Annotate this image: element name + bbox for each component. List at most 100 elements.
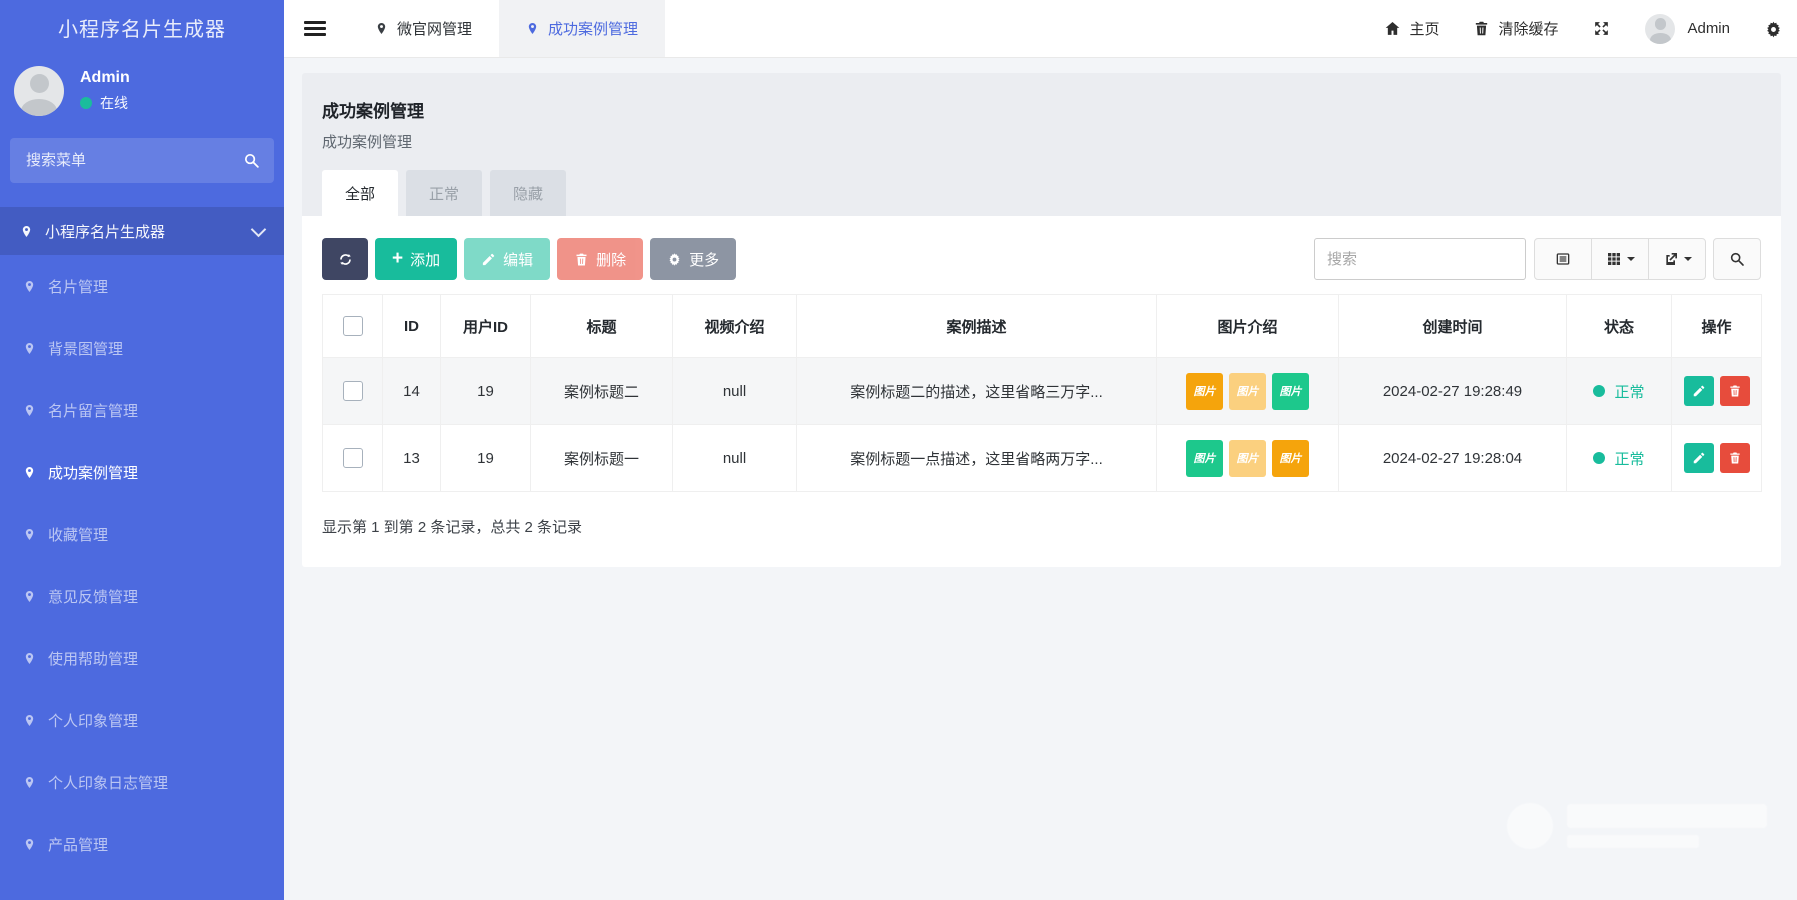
image-thumbnail[interactable]: 图片 <box>1272 440 1309 477</box>
cell-created: 2024-02-27 19:28:49 <box>1339 358 1567 425</box>
cell-desc: 案例标题二的描述，这里省略三万字... <box>797 358 1157 425</box>
settings-button[interactable] <box>1764 18 1783 38</box>
row-delete-button[interactable] <box>1720 376 1750 406</box>
column-header-user-id: 用户ID <box>441 295 531 358</box>
user-name: Admin <box>1687 20 1730 37</box>
clear-cache-link[interactable]: 清除缓存 <box>1473 18 1558 39</box>
map-pin-icon <box>23 712 36 729</box>
gear-icon <box>1764 20 1783 39</box>
sidebar-root-menu[interactable]: 小程序名片生成器 <box>0 207 284 255</box>
image-thumbnail[interactable]: 图片 <box>1186 440 1223 477</box>
image-thumbnail[interactable]: 图片 <box>1229 373 1266 410</box>
sidebar-item-help-manage[interactable]: 使用帮助管理 <box>0 627 284 689</box>
status-filter-tabs: 全部 正常 隐藏 <box>322 170 1761 216</box>
tab-normal[interactable]: 正常 <box>406 170 482 216</box>
table-row: 14 19 案例标题二 null 案例标题二的描述，这里省略三万字... 图片 … <box>323 358 1762 425</box>
delete-button[interactable]: 删除 <box>557 238 643 280</box>
sidebar-item-feedback-manage[interactable]: 意见反馈管理 <box>0 565 284 627</box>
pagination-summary: 显示第 1 到第 2 条记录，总共 2 条记录 <box>322 516 1761 537</box>
select-all-checkbox[interactable] <box>343 316 363 336</box>
columns-dropdown-button[interactable] <box>1591 238 1649 280</box>
table-search-input[interactable] <box>1314 238 1526 280</box>
view-button-group <box>1534 238 1706 280</box>
home-link[interactable]: 主页 <box>1384 18 1439 39</box>
row-edit-button[interactable] <box>1684 376 1714 406</box>
map-pin-icon <box>23 402 36 419</box>
image-thumbnail[interactable]: 图片 <box>1229 440 1266 477</box>
topbar-tab-weiguanwang[interactable]: 微官网管理 <box>348 0 499 57</box>
sidebar-item-success-case-manage[interactable]: 成功案例管理 <box>0 441 284 503</box>
cell-user-id: 19 <box>441 425 531 492</box>
status-dot-icon <box>1593 385 1605 397</box>
cell-title: 案例标题一 <box>531 425 673 492</box>
trash-icon <box>1473 20 1490 37</box>
toggle-view-button[interactable] <box>1534 238 1592 280</box>
status-dot-icon <box>1593 452 1605 464</box>
sidebar-item-product-manage[interactable]: 产品管理 <box>0 813 284 875</box>
cell-id: 13 <box>383 425 441 492</box>
user-menu[interactable]: Admin <box>1645 14 1730 44</box>
cell-video: null <box>673 358 797 425</box>
search-submit-button[interactable] <box>1713 238 1761 280</box>
online-status-dot <box>80 97 92 109</box>
status-badge: 正常 <box>1593 448 1644 469</box>
image-thumbnail[interactable]: 图片 <box>1272 373 1309 410</box>
user-avatar <box>14 66 64 116</box>
column-header-status: 状态 <box>1567 295 1672 358</box>
sidebar-item-impression-log-manage[interactable]: 个人印象日志管理 <box>0 751 284 813</box>
table-toolbar: + 添加 编辑 删除 <box>322 238 1761 280</box>
map-pin-icon <box>526 20 539 37</box>
topbar-tab-success-case[interactable]: 成功案例管理 <box>499 0 665 57</box>
pencil-icon <box>481 252 496 267</box>
row-delete-button[interactable] <box>1720 443 1750 473</box>
trash-icon <box>1728 451 1742 465</box>
cell-title: 案例标题二 <box>531 358 673 425</box>
column-header-created: 创建时间 <box>1339 295 1567 358</box>
user-avatar <box>1645 14 1675 44</box>
sidebar-item-impression-manage[interactable]: 个人印象管理 <box>0 689 284 751</box>
export-dropdown-button[interactable] <box>1648 238 1706 280</box>
watermark <box>1507 803 1767 849</box>
edit-button[interactable]: 编辑 <box>464 238 550 280</box>
sidebar-item-card-manage[interactable]: 名片管理 <box>0 255 284 317</box>
sidebar-item-message-manage[interactable]: 名片留言管理 <box>0 379 284 441</box>
refresh-icon <box>338 252 353 267</box>
map-pin-icon <box>23 588 36 605</box>
sidebar-toggle-button[interactable] <box>304 21 326 36</box>
column-header-desc: 案例描述 <box>797 295 1157 358</box>
cell-desc: 案例标题一点描述，这里省略两万字... <box>797 425 1157 492</box>
sidebar-item-favorite-manage[interactable]: 收藏管理 <box>0 503 284 565</box>
grid-icon <box>1606 251 1622 267</box>
user-name: Admin <box>80 69 130 87</box>
tab-hidden[interactable]: 隐藏 <box>490 170 566 216</box>
row-checkbox[interactable] <box>343 448 363 468</box>
map-pin-icon <box>375 20 388 37</box>
cell-created: 2024-02-27 19:28:04 <box>1339 425 1567 492</box>
sidebar-item-background-manage[interactable]: 背景图管理 <box>0 317 284 379</box>
caret-down-icon <box>1627 257 1635 265</box>
search-icon <box>1729 251 1745 267</box>
image-thumbnail[interactable]: 图片 <box>1186 373 1223 410</box>
refresh-button[interactable] <box>322 238 368 280</box>
fullscreen-button[interactable] <box>1592 19 1611 38</box>
add-button[interactable]: + 添加 <box>375 238 457 280</box>
chevron-down-icon <box>251 221 267 237</box>
export-icon <box>1663 251 1679 267</box>
map-pin-icon <box>23 526 36 543</box>
row-checkbox[interactable] <box>343 381 363 401</box>
pencil-icon <box>1692 451 1706 465</box>
tab-all[interactable]: 全部 <box>322 170 398 216</box>
gear-icon <box>667 252 682 267</box>
plus-icon: + <box>392 249 403 268</box>
menu-search-input[interactable] <box>24 151 243 170</box>
app-title: 小程序名片生成器 <box>0 0 284 54</box>
more-button[interactable]: 更多 <box>650 238 736 280</box>
table-row: 13 19 案例标题一 null 案例标题一点描述，这里省略两万字... 图片 … <box>323 425 1762 492</box>
page-subtitle: 成功案例管理 <box>322 131 1761 152</box>
menu-search-box <box>10 138 274 183</box>
row-edit-button[interactable] <box>1684 443 1714 473</box>
column-header-title: 标题 <box>531 295 673 358</box>
column-header-id: ID <box>383 295 441 358</box>
map-pin-icon <box>23 836 36 853</box>
watermark-logo-icon <box>1507 803 1553 849</box>
